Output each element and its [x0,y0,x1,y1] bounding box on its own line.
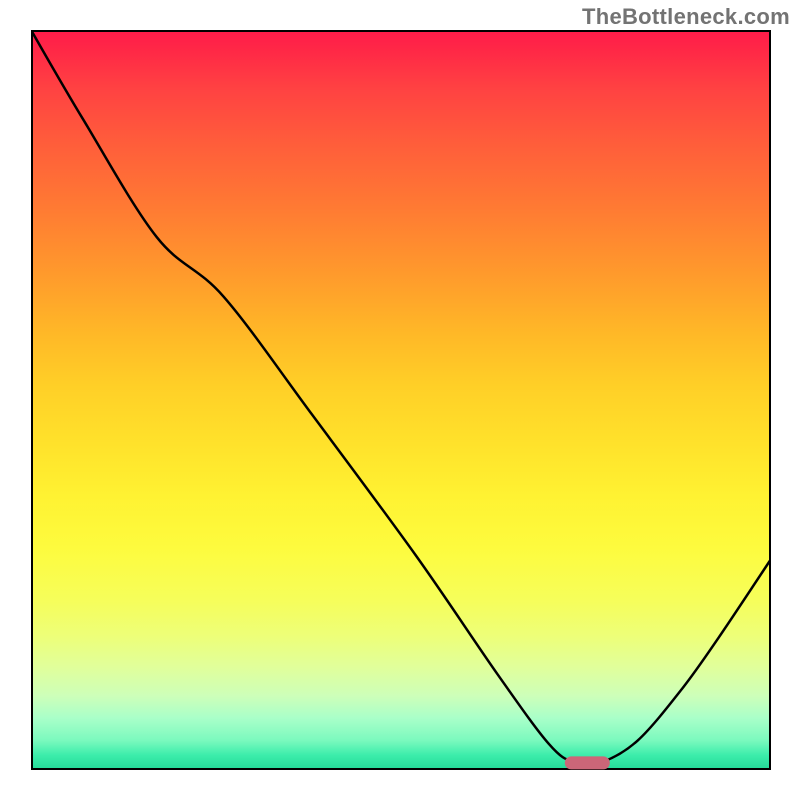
optimal-marker [565,756,609,769]
curve-svg [31,30,771,770]
bottleneck-curve [31,30,771,765]
watermark-text: TheBottleneck.com [582,4,790,30]
chart-container: TheBottleneck.com [0,0,800,800]
